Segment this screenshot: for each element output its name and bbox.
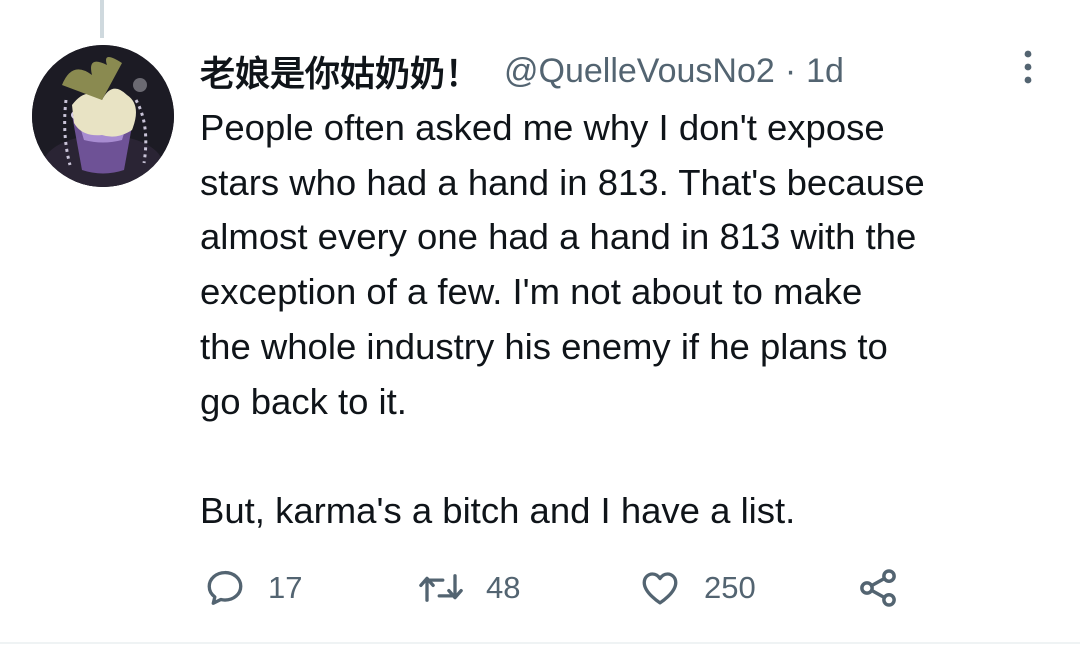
reply-icon: [207, 570, 243, 605]
timestamp[interactable]: 1d: [806, 52, 844, 91]
bottom-divider: [0, 642, 1080, 644]
reply-count: 17: [268, 570, 303, 605]
thread-connector-line: [100, 0, 104, 38]
tweet-text: People often asked me why I don't expose…: [200, 107, 925, 531]
share-icon: [860, 569, 896, 607]
tweet-header: 老娘是你姑奶奶！ @QuelleVousNo2 · 1d: [200, 46, 844, 96]
retweet-count: 48: [486, 570, 521, 605]
heart-icon: [642, 572, 678, 605]
share-button[interactable]: [856, 560, 900, 616]
separator-dot: ·: [784, 51, 797, 90]
display-name[interactable]: 老娘是你姑奶奶！: [200, 46, 480, 97]
more-vertical-icon: [1024, 50, 1032, 84]
retweet-button[interactable]: 48: [418, 560, 520, 616]
like-button[interactable]: 250: [638, 560, 756, 616]
more-options-button[interactable]: [1008, 44, 1048, 90]
tweet-actions-bar: 17 48 250: [200, 560, 1060, 616]
avatar[interactable]: [32, 45, 174, 187]
avatar-image: [32, 45, 174, 187]
like-count: 250: [704, 570, 756, 605]
user-handle[interactable]: @QuelleVousNo2: [504, 52, 775, 91]
retweet-icon: [419, 574, 463, 602]
reply-button[interactable]: 17: [204, 560, 302, 616]
